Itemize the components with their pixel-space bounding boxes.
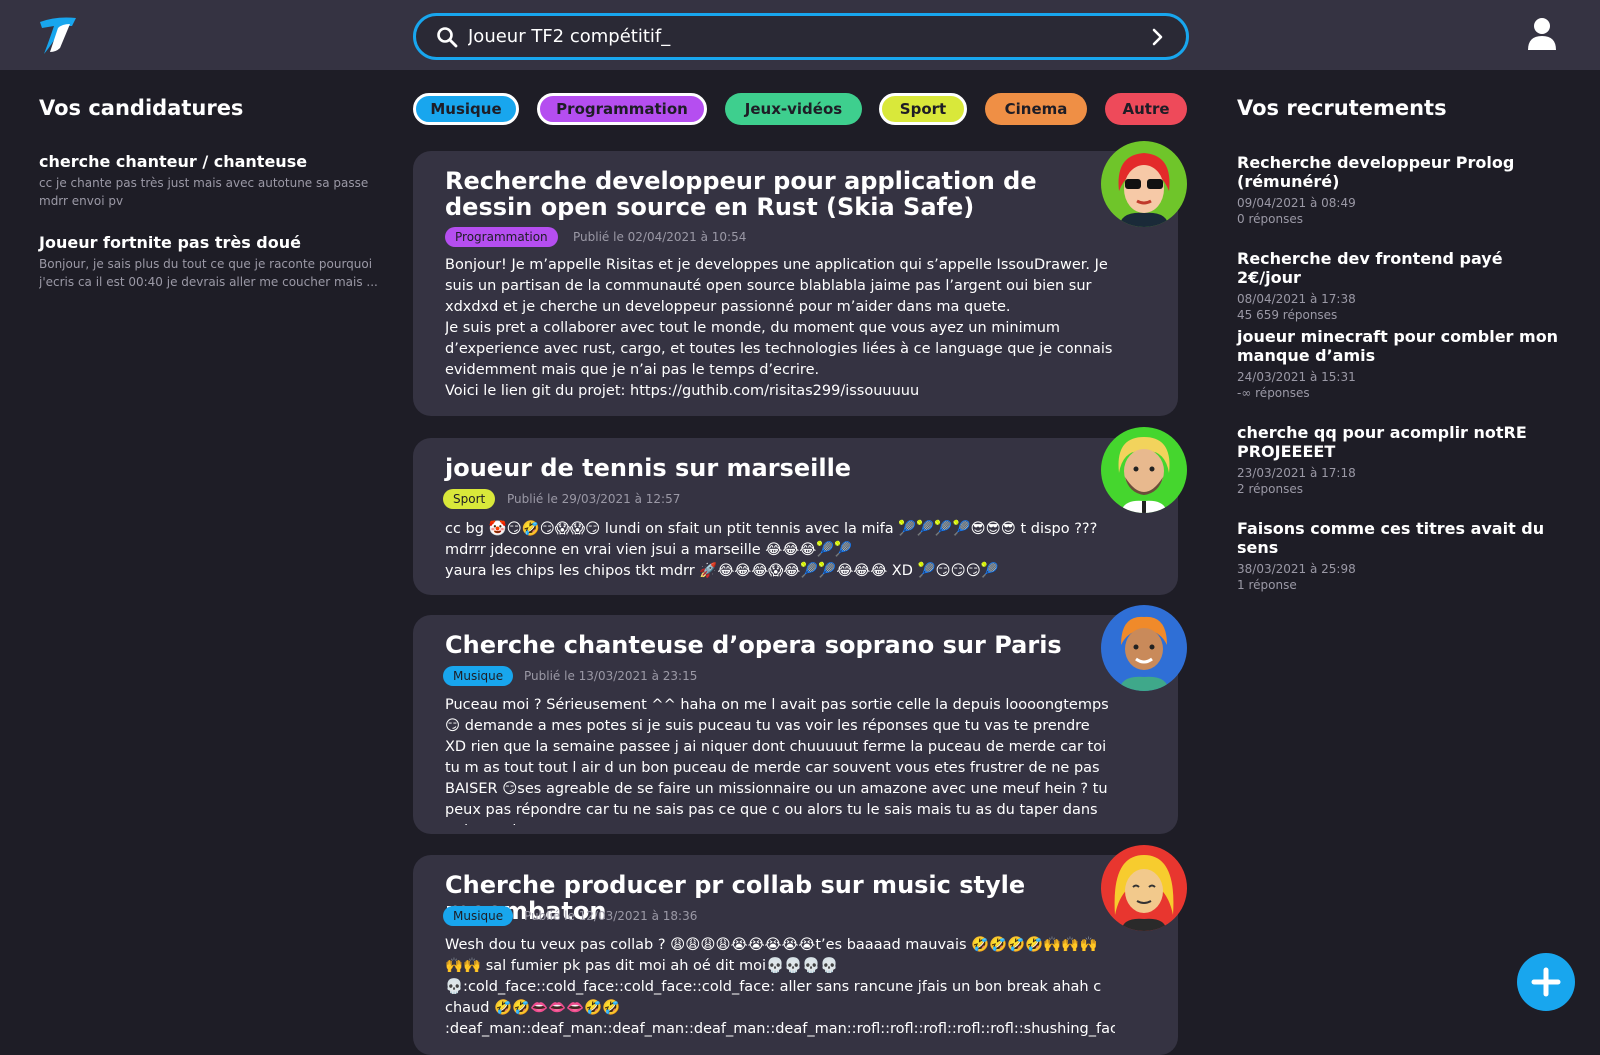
post-date: Publié le 29/03/2021 à 12:57 — [507, 492, 681, 506]
recrutement-title: joueur minecraft pour combler mon manque… — [1237, 327, 1559, 365]
post-tag[interactable]: Programmation — [445, 227, 558, 247]
chevron-right-icon[interactable] — [1146, 26, 1168, 48]
recrutement-date: 24/03/2021 à 15:31 — [1237, 370, 1356, 384]
post-title: Recherche developpeur pour application d… — [445, 167, 1037, 221]
search-input[interactable] — [468, 16, 1118, 57]
post-tag[interactable]: Musique — [443, 666, 514, 686]
candidature-item[interactable]: cherche chanteur / chanteuse cc je chant… — [39, 152, 379, 210]
recrutement-replies: -∞ réponses — [1237, 386, 1310, 400]
avatar-blond-beard[interactable] — [1101, 427, 1187, 513]
post-card[interactable]: Recherche developpeur pour application d… — [413, 151, 1178, 416]
recrutement-replies: 2 réponses — [1237, 482, 1303, 496]
post-card[interactable]: Cherche producer pr collab sur music sty… — [413, 855, 1178, 1055]
post-card[interactable]: Cherche chanteuse d’opera soprano sur Pa… — [413, 615, 1178, 834]
candidature-desc: cc je chante pas très just mais avec aut… — [39, 176, 369, 190]
recrutements-title: Vos recrutements — [1237, 96, 1447, 120]
post-date: Publié le 12/03/2021 à 18:36 — [524, 909, 698, 923]
recrutement-replies: 45 659 réponses — [1237, 308, 1338, 322]
recrutement-item[interactable]: joueur minecraft pour combler mon manque… — [1237, 327, 1567, 401]
post-body: cc bg 🤡😏🤣😏😱😱😏 lundi on sfait un ptit ten… — [445, 521, 1098, 579]
candidature-desc: Bonjour, je sais plus du tout ce que je … — [39, 257, 373, 271]
post-title: joueur de tennis sur marseille — [445, 454, 852, 482]
category-chip-programmation[interactable]: Programmation — [537, 93, 707, 125]
category-chip-sport[interactable]: Sport — [879, 93, 967, 125]
candidature-title: cherche chanteur / chanteuse — [39, 152, 308, 171]
create-post-button[interactable] — [1517, 953, 1575, 1011]
post-body: Puceau moi ? Sérieusement ^^ haha on me … — [445, 697, 1109, 825]
recrutement-title: Recherche developpeur Prolog (rémunéré) — [1237, 153, 1515, 191]
post-date: Publié le 13/03/2021 à 23:15 — [524, 669, 698, 683]
candidature-desc: mdrr envoi pv — [39, 194, 124, 208]
recrutement-item[interactable]: Faisons comme ces titres avait du sens 3… — [1237, 519, 1567, 593]
recrutement-title: Recherche dev frontend payé 2€/jour — [1237, 249, 1503, 287]
category-chip-autre[interactable]: Autre — [1105, 93, 1187, 125]
post-tag[interactable]: Musique — [443, 906, 514, 926]
candidature-desc: j'ecris ca il est 00:40 je devrais aller… — [39, 275, 378, 289]
post-body: Bonjour! Je m’appelle Risitas et je deve… — [445, 257, 1113, 399]
recrutement-item[interactable]: cherche qq pour acomplir notRE PROJEEEET… — [1237, 423, 1567, 497]
recrutement-date: 09/04/2021 à 08:49 — [1237, 196, 1356, 210]
recrutement-title: Faisons comme ces titres avait du sens — [1237, 519, 1545, 557]
category-chip-cinema[interactable]: Cinema — [985, 93, 1087, 125]
avatar-red-hair-sunglasses[interactable] — [1101, 141, 1187, 227]
post-date: Publié le 02/04/2021 à 10:54 — [573, 230, 747, 244]
search-bar[interactable] — [413, 13, 1189, 60]
plus-icon — [1531, 967, 1561, 997]
recrutement-date: 08/04/2021 à 17:38 — [1237, 292, 1356, 306]
recrutement-title: cherche qq pour acomplir notRE PROJEEEET — [1237, 423, 1527, 461]
candidatures-title: Vos candidatures — [39, 96, 244, 120]
category-chip-musique[interactable]: Musique — [413, 93, 519, 125]
candidature-item[interactable]: Joueur fortnite pas très doué Bonjour, j… — [39, 233, 379, 291]
post-body: Wesh dou tu veux pas collab ? 😩😩😩😩😭😭😭😭😭t… — [445, 937, 1115, 1037]
recrutement-replies: 0 réponses — [1237, 212, 1303, 226]
post-card[interactable]: joueur de tennis sur marseille Sport Pub… — [413, 438, 1178, 595]
top-bar — [0, 0, 1600, 70]
category-chip-jeux-videos[interactable]: Jeux-vidéos — [725, 93, 862, 125]
post-tag[interactable]: Sport — [443, 489, 496, 509]
app-logo-icon[interactable] — [36, 14, 80, 56]
recrutement-item[interactable]: Recherche developpeur Prolog (rémunéré) … — [1237, 153, 1567, 227]
avatar-blonde-woman[interactable] — [1101, 845, 1187, 931]
candidature-title: Joueur fortnite pas très doué — [39, 233, 301, 252]
recrutement-replies: 1 réponse — [1237, 578, 1297, 592]
recrutement-date: 38/03/2021 à 25:98 — [1237, 562, 1356, 576]
recrutement-item[interactable]: Recherche dev frontend payé 2€/jour 08/0… — [1237, 249, 1567, 323]
post-title: Cherche chanteuse d’opera soprano sur Pa… — [445, 631, 1062, 659]
recrutement-date: 23/03/2021 à 17:18 — [1237, 466, 1356, 480]
avatar-orange-hair-man[interactable] — [1101, 605, 1187, 691]
user-profile-icon[interactable] — [1526, 16, 1558, 52]
search-icon — [437, 27, 458, 48]
